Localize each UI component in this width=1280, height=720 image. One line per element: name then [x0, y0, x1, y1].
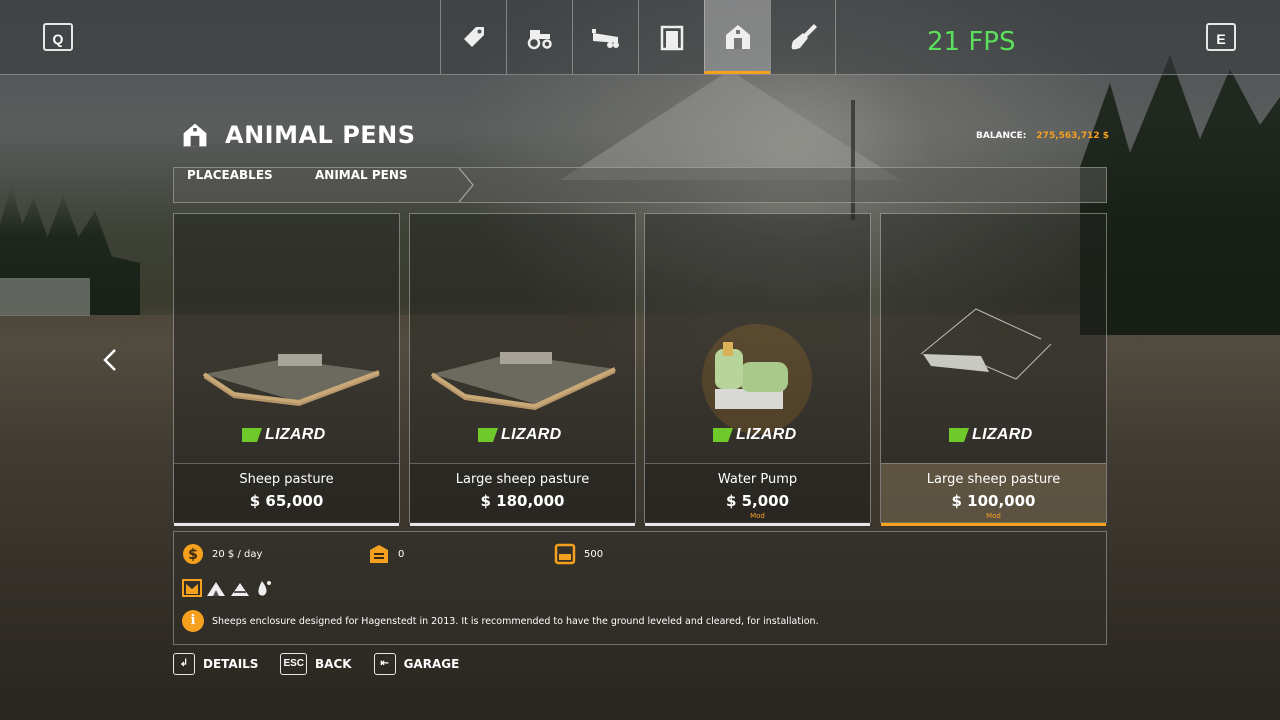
item-name: Water Pump [717, 472, 798, 487]
capacity-attribute: 0 [368, 543, 404, 565]
tab-animal-pens[interactable] [704, 0, 770, 74]
animal-trough-icon [182, 579, 202, 597]
tab-tools[interactable] [770, 0, 836, 74]
item-price: $ 100,000 [951, 492, 1036, 510]
shop-item-card[interactable]: LIZARD Sheep pasture $ 65,000 [173, 213, 400, 526]
previous-page-arrow-icon[interactable] [100, 348, 124, 372]
mod-badge: Mod [750, 512, 765, 520]
tractor-icon [527, 30, 552, 50]
info-icon: i [182, 610, 204, 632]
breadcrumb-item-placeables[interactable]: PLACEABLES [187, 168, 273, 202]
lizard-logo-icon [713, 428, 733, 442]
lizard-logo-icon [478, 428, 498, 442]
item-details-panel: $ 20 $ / day 0 500 i Sheeps enclosure de… [173, 531, 1107, 645]
garage-label: GARAGE [403, 657, 460, 671]
item-price: $ 5,000 [725, 492, 790, 510]
footer-actions: ↲ DETAILS ESC BACK ⇤ GARAGE [173, 653, 481, 675]
item-info: Large sheep pasture $ 180,000 [410, 463, 635, 526]
breadcrumb-item-animal-pens[interactable]: ANIMAL PENS [315, 168, 408, 202]
shop-item-card[interactable]: LIZARD Water Pump $ 5,000 Mod [644, 213, 871, 526]
back-label: BACK [315, 657, 352, 671]
food-types [182, 578, 274, 598]
hay-icon [231, 583, 249, 596]
garage-button[interactable]: ⇤ GARAGE [373, 653, 460, 675]
capacity-value: 0 [398, 548, 405, 560]
background-mountain [560, 70, 900, 180]
page-title: ANIMAL PENS [225, 121, 416, 149]
item-name: Large sheep pasture [926, 472, 1061, 487]
item-name: Large sheep pasture [455, 472, 590, 487]
shovel-icon [791, 24, 817, 50]
money-icon: $ [183, 544, 203, 564]
svg-text:$: $ [188, 547, 198, 563]
mod-badge: Mod [986, 512, 1001, 520]
enter-key-icon: ↲ [173, 653, 195, 675]
tab-key-icon: ⇤ [373, 653, 396, 675]
back-button[interactable]: ESC BACK [280, 653, 352, 675]
upkeep-value: 20 $ / day [212, 548, 263, 560]
next-category-key[interactable]: E [1206, 23, 1236, 51]
water-icon [258, 581, 271, 596]
silo-icon [660, 25, 684, 51]
page-header: ANIMAL PENS [181, 121, 416, 149]
balance: BALANCE: 275,563,712 $ [976, 131, 1109, 141]
grass-icon [207, 582, 225, 596]
item-description: i Sheeps enclosure designed for Hagenste… [182, 610, 819, 632]
brand-logo: LIZARD [242, 426, 325, 444]
tab-sales[interactable] [440, 0, 506, 74]
storage-attribute: 500 [554, 543, 603, 565]
barn-icon [183, 123, 207, 147]
details-label: DETAILS [203, 657, 259, 671]
item-info: Sheep pasture $ 65,000 [174, 463, 399, 526]
item-info: Water Pump $ 5,000 Mod [645, 463, 870, 526]
storage-value: 500 [584, 548, 604, 560]
breadcrumb-separator-icon [458, 168, 474, 202]
breadcrumb: PLACEABLES ANIMAL PENS [173, 167, 1107, 203]
animal-house-icon [370, 545, 388, 563]
tab-trailers[interactable] [572, 0, 638, 74]
barn-icon [726, 25, 750, 49]
trailer-icon [592, 29, 619, 48]
balance-value: 275,563,712 $ [1036, 131, 1110, 141]
lizard-logo-icon [949, 428, 969, 442]
category-tabs [440, 0, 836, 74]
item-price: $ 180,000 [480, 492, 565, 510]
item-name: Sheep pasture [239, 472, 334, 487]
shop-item-card[interactable]: LIZARD Large sheep pasture $ 180,000 [409, 213, 636, 526]
fps-counter: 21 FPS [927, 27, 1016, 57]
prev-category-key[interactable]: Q [43, 23, 73, 51]
details-button[interactable]: ↲ DETAILS [173, 653, 258, 675]
item-info: Large sheep pasture $ 100,000 Mod [881, 463, 1106, 526]
top-bar: Q 21 FPS E [0, 0, 1280, 75]
lizard-logo-icon [242, 428, 262, 442]
upkeep-attribute: $ 20 $ / day [182, 543, 262, 565]
price-tag-icon [464, 27, 484, 47]
background-trees [1080, 55, 1280, 335]
item-price: $ 65,000 [249, 492, 324, 510]
tab-vehicles[interactable] [506, 0, 572, 74]
brand-logo: LIZARD [478, 426, 561, 444]
description-text: Sheeps enclosure designed for Hagenstedt… [212, 615, 819, 627]
esc-key-icon: ESC [280, 653, 308, 675]
brand-logo: LIZARD [949, 426, 1032, 444]
tab-buildings[interactable] [638, 0, 704, 74]
balance-label: BALANCE: [976, 131, 1027, 141]
background-building [0, 278, 90, 316]
shop-item-card-selected[interactable]: LIZARD Large sheep pasture $ 100,000 Mod [880, 213, 1107, 526]
brand-logo: LIZARD [713, 426, 796, 444]
storage-capacity-icon [554, 543, 576, 565]
